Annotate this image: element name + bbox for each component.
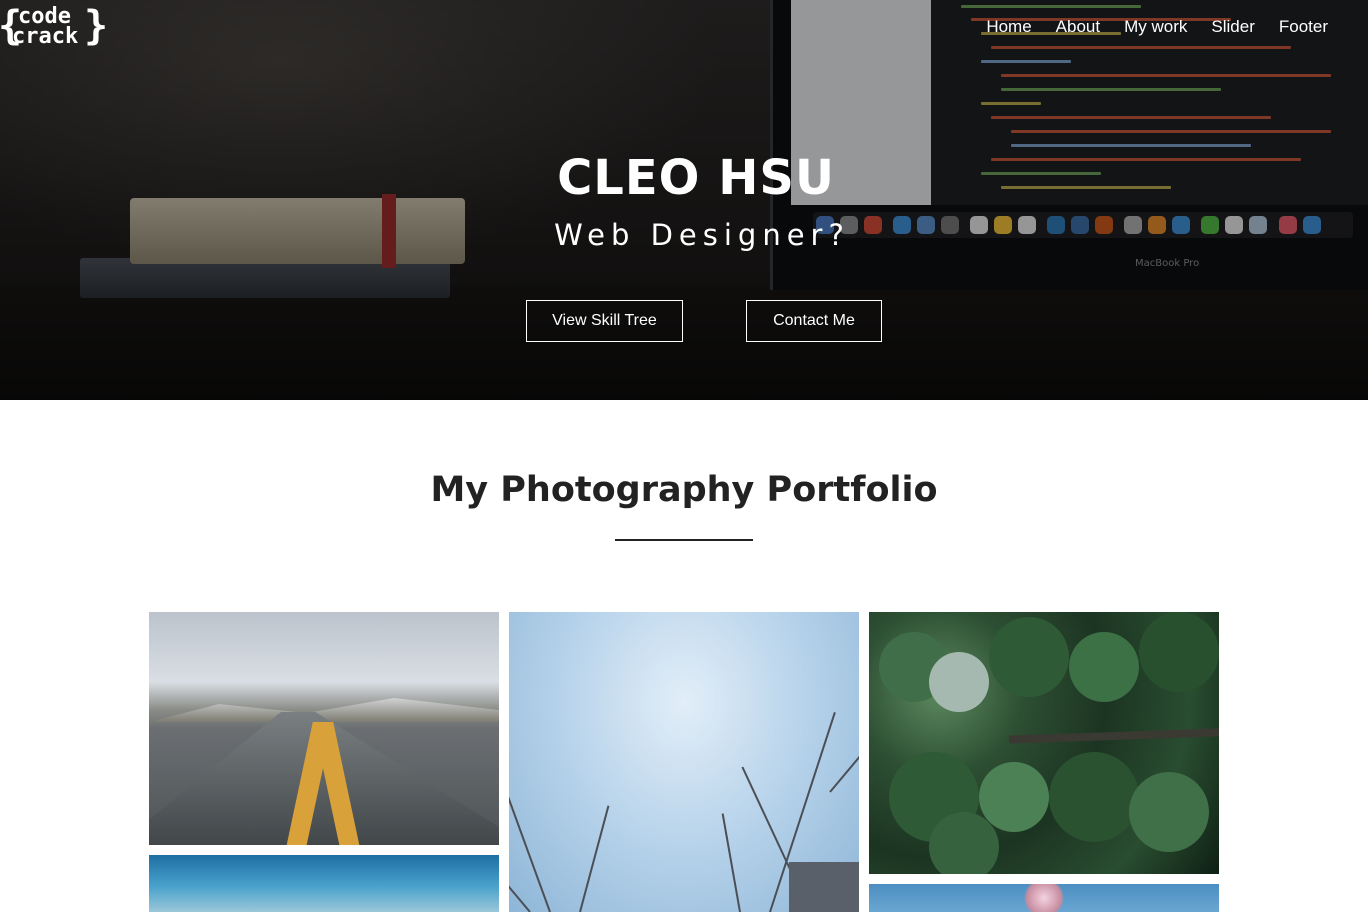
nav-item-slider[interactable]: Slider xyxy=(1211,17,1254,37)
road-photo[interactable] xyxy=(149,612,499,845)
ocean-photo[interactable] xyxy=(149,855,499,912)
view-skill-tree-button[interactable]: View Skill Tree xyxy=(526,300,683,342)
hero-subtitle: Web Designer? xyxy=(554,218,850,252)
logo-word-2: crack xyxy=(12,24,79,49)
blossom-flowers xyxy=(1019,884,1069,912)
sky-building xyxy=(789,862,859,912)
nav-item-my-work[interactable]: My work xyxy=(1124,17,1187,37)
main-nav: Home About My work Slider Footer xyxy=(986,17,1328,37)
contact-me-button[interactable]: Contact Me xyxy=(746,300,882,342)
hero-title: CLEO HSU xyxy=(557,150,835,206)
title-underline xyxy=(615,539,753,541)
nav-item-footer[interactable]: Footer xyxy=(1279,17,1328,37)
portfolio-title: My Photography Portfolio xyxy=(430,470,938,510)
forest-aerial-photo[interactable] xyxy=(869,612,1219,874)
blossom-photo[interactable] xyxy=(869,884,1219,912)
site-logo[interactable]: { code crack } xyxy=(0,4,108,50)
logo-right-brace: } xyxy=(84,3,109,49)
nav-item-about[interactable]: About xyxy=(1056,17,1100,37)
forest-road xyxy=(1008,728,1219,744)
nav-item-home[interactable]: Home xyxy=(986,17,1031,37)
sky-trees-photo[interactable] xyxy=(509,612,859,912)
hero-section: MacBook Pro { code crack } Home About My… xyxy=(0,0,1368,400)
